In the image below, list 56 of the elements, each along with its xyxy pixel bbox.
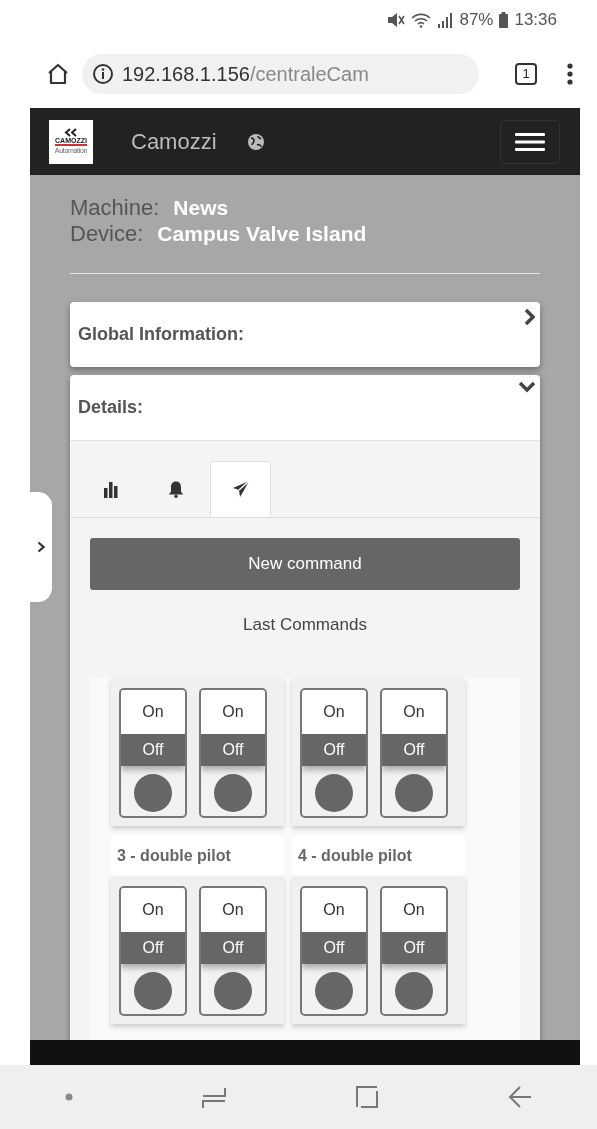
signal-icon: [437, 12, 454, 28]
indicator-dot: [214, 971, 252, 1010]
battery-level: 87%: [459, 9, 494, 32]
toggle-switch[interactable]: On Off: [119, 885, 187, 1016]
group-label: 3 - double pilot: [111, 835, 284, 876]
bell-icon: [167, 480, 184, 499]
chevron-right-icon: [37, 541, 45, 553]
side-drawer-handle[interactable]: [30, 492, 52, 602]
indicator-dot: [315, 773, 353, 812]
indicator-dot: [395, 971, 433, 1010]
indicator-dot: [395, 773, 433, 812]
more-menu-icon[interactable]: [567, 63, 573, 85]
mute-icon: [387, 12, 406, 28]
menu-button[interactable]: [500, 119, 560, 164]
new-command-button[interactable]: New command: [90, 538, 520, 590]
tab-count-button[interactable]: 1: [515, 63, 537, 85]
indicator-dot: [214, 773, 252, 812]
battery-icon: [499, 12, 509, 28]
indicator-dot: [134, 773, 172, 812]
info-icon: [92, 63, 114, 85]
back-icon[interactable]: [508, 1085, 533, 1109]
chevron-down-icon: [518, 381, 536, 393]
group-label: 4 - double pilot: [292, 835, 465, 876]
panel-header[interactable]: Details:: [70, 375, 540, 440]
toggle-switch[interactable]: On Off: [380, 885, 448, 1016]
field-label: Machine:: [70, 195, 160, 221]
toggle-switch[interactable]: On Off: [199, 687, 267, 818]
field-value: Campus Valve Island: [157, 221, 367, 247]
bar-chart-icon: [102, 480, 119, 499]
indicator-dot: [315, 971, 353, 1010]
brand-name[interactable]: Camozzi: [131, 125, 217, 158]
chevron-right-icon: [524, 308, 536, 326]
globe-icon[interactable]: [246, 132, 265, 151]
panel-title: Details:: [78, 396, 144, 419]
toggle-switch[interactable]: On Off: [300, 885, 368, 1016]
clock-time: 13:36: [514, 9, 557, 32]
home-icon[interactable]: [46, 62, 70, 86]
recent-apps-icon[interactable]: [201, 1085, 226, 1109]
toggle-switch[interactable]: On Off: [380, 687, 448, 818]
toggle-switch[interactable]: On Off: [199, 885, 267, 1016]
toggle-switch[interactable]: On Off: [119, 687, 187, 818]
home-button-icon[interactable]: [355, 1085, 380, 1109]
section-title: Last Commands: [242, 614, 368, 636]
field-label: Device:: [70, 221, 144, 247]
field-value: News: [173, 195, 229, 221]
panel-title: Global Information:: [78, 323, 244, 346]
toggle-switch[interactable]: On Off: [300, 687, 368, 818]
panel-header[interactable]: Global Information:: [70, 302, 540, 367]
menu-icon: [515, 131, 545, 152]
indicator-dot: [134, 971, 172, 1010]
url-text: 192.168.1.156/centraleCam: [122, 62, 369, 87]
address-bar[interactable]: 192.168.1.156/centraleCam: [82, 54, 479, 94]
dot-icon[interactable]: [64, 1093, 73, 1101]
wifi-icon: [411, 12, 432, 28]
paper-plane-icon: [231, 480, 250, 499]
chevron-logo-icon: [64, 127, 78, 137]
